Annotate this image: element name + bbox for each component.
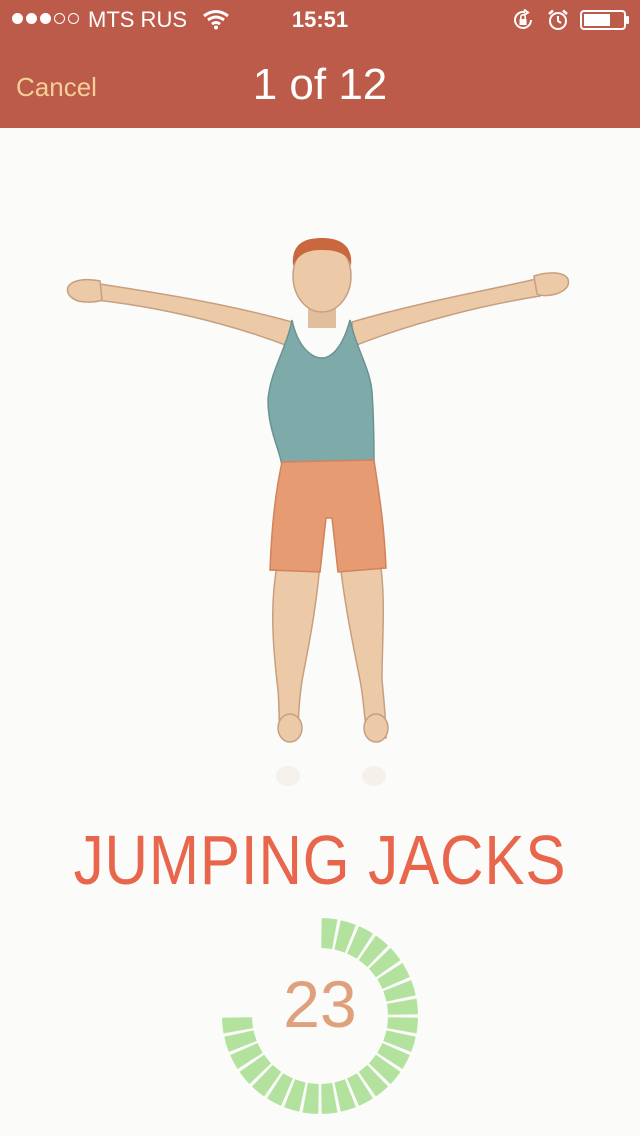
left-foot	[277, 713, 303, 743]
left-foot-reflection	[276, 766, 300, 786]
right-hand	[533, 272, 570, 297]
shorts	[269, 459, 387, 573]
left-hand	[66, 278, 103, 303]
progress-segment	[321, 1082, 338, 1114]
right-arm	[351, 278, 541, 348]
page-title: 1 of 12	[252, 60, 388, 109]
battery-icon	[580, 10, 629, 30]
alarm-icon	[548, 9, 568, 30]
progress-segment	[321, 918, 338, 950]
status-time: 15:51	[291, 7, 349, 32]
right-foot-reflection	[362, 766, 386, 786]
navigation-bar: Cancel 1 of 12	[0, 40, 640, 128]
rotation-lock-icon	[514, 9, 532, 29]
left-leg	[272, 559, 321, 739]
exercise-illustration	[66, 238, 570, 786]
progress-segment	[302, 1082, 319, 1114]
exercise-name: JUMPING JACKS	[73, 821, 567, 899]
right-leg	[339, 559, 387, 739]
right-foot	[363, 713, 389, 743]
countdown-seconds: 23	[283, 967, 357, 1041]
status-bar: MTS RUS 15:51	[0, 0, 640, 40]
left-arm	[95, 283, 293, 348]
